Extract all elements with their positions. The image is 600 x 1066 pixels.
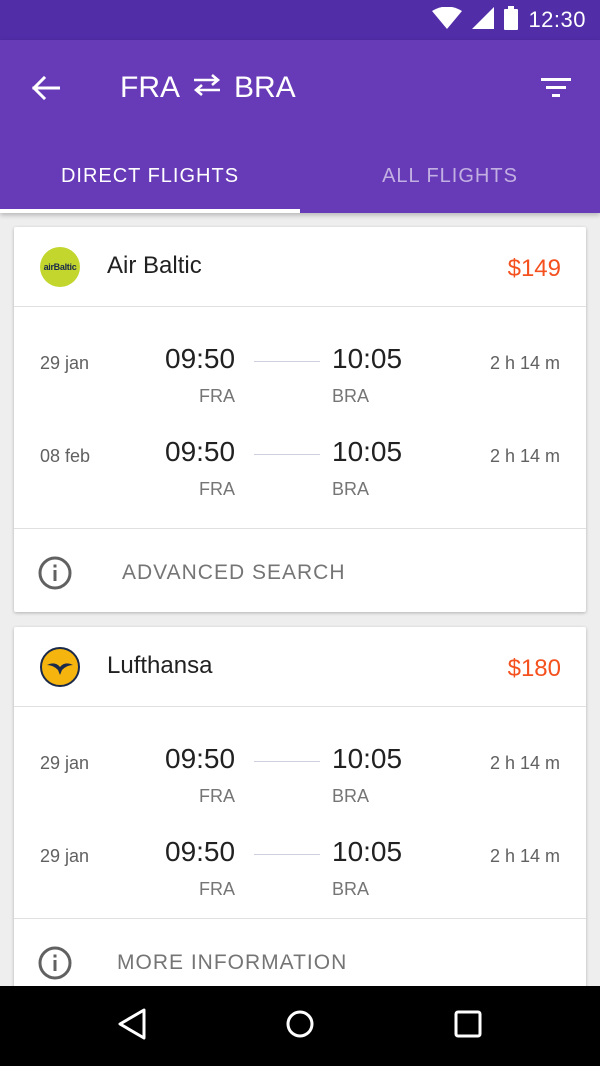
battery-icon xyxy=(504,5,519,35)
flight-duration: 2 h 14 m xyxy=(489,846,560,866)
flight-row[interactable]: 29 jan 09:50 10:05 FRA BRA 2 h 14 m xyxy=(14,719,586,812)
back-button[interactable] xyxy=(22,66,70,114)
airline-name: Air Baltic xyxy=(107,252,202,279)
arrival-code: BRA xyxy=(332,786,370,806)
info-icon xyxy=(37,945,73,981)
departure-time: 09:50 xyxy=(165,436,236,467)
card-header: Lufthansa $180 xyxy=(14,627,586,707)
arrival-code: BRA xyxy=(332,479,370,499)
tab-direct-flights[interactable]: DIRECT FLIGHTS xyxy=(0,140,300,213)
arrival-time: 10:05 xyxy=(332,436,403,467)
wifi-icon xyxy=(432,6,463,34)
route-title: FRA BRA xyxy=(120,68,296,108)
status-time: 12:30 xyxy=(528,7,586,32)
home-circle-icon xyxy=(285,1009,315,1044)
arrival-time: 10:05 xyxy=(332,743,403,774)
price: $180 xyxy=(507,655,561,682)
signal-icon xyxy=(472,6,495,34)
advanced-search-label: ADVANCED SEARCH xyxy=(122,561,346,584)
crane-icon xyxy=(47,663,73,675)
tab-all-flights[interactable]: ALL FLIGHTS xyxy=(300,140,600,213)
departure-code: FRA xyxy=(199,479,235,499)
app-bar: FRA BRA DIRECT FLIGHTS ALL FLIGHTS xyxy=(0,40,600,213)
flight-date: 29 jan xyxy=(40,753,90,773)
departure-code: FRA xyxy=(199,786,235,806)
departure-code: FRA xyxy=(199,879,235,899)
status-icons: 12:30 xyxy=(432,5,586,35)
nav-recents-button[interactable] xyxy=(444,1002,492,1050)
flight-card-lufthansa[interactable]: Lufthansa $180 29 jan 09:50 10:05 FRA BR… xyxy=(14,627,586,997)
filter-icon xyxy=(541,77,571,104)
origin-code: FRA xyxy=(120,71,180,104)
flight-date: 29 jan xyxy=(40,353,90,373)
departure-time: 09:50 xyxy=(165,343,236,374)
route-line xyxy=(254,854,320,855)
arrival-code: BRA xyxy=(332,386,370,406)
status-bar: 12:30 xyxy=(0,0,600,40)
route-line xyxy=(254,361,320,362)
flight-row[interactable]: 29 jan 09:50 10:05 FRA BRA 2 h 14 m xyxy=(14,319,586,412)
departure-time: 09:50 xyxy=(165,743,236,774)
nav-home-button[interactable] xyxy=(276,1002,324,1050)
arrival-code: BRA xyxy=(332,879,370,899)
more-information-label: MORE INFORMATION xyxy=(117,951,348,974)
flight-duration: 2 h 14 m xyxy=(489,753,560,773)
price: $149 xyxy=(507,255,561,282)
destination-code: BRA xyxy=(234,71,296,104)
swap-icon[interactable] xyxy=(192,71,222,105)
arrival-time: 10:05 xyxy=(332,836,403,867)
flight-row[interactable]: 08 feb 09:50 10:05 FRA BRA 2 h 14 m xyxy=(14,412,586,505)
app-root: 12:30 FRA BRA DIRECT FLIGHTS ALL FLIGHTS xyxy=(0,0,600,1066)
departure-code: FRA xyxy=(199,386,235,406)
flight-date: 29 jan xyxy=(40,846,90,866)
airline-name: Lufthansa xyxy=(107,652,213,679)
card-header: airBaltic Air Baltic $149 xyxy=(14,227,586,307)
flight-duration: 2 h 14 m xyxy=(489,353,560,373)
flight-duration: 2 h 14 m xyxy=(489,446,560,466)
departure-time: 09:50 xyxy=(165,836,236,867)
back-arrow-icon xyxy=(31,75,61,105)
flight-row[interactable]: 29 jan 09:50 10:05 FRA BRA 2 h 14 m xyxy=(14,812,586,905)
flight-card-air-baltic[interactable]: airBaltic Air Baltic $149 29 jan 09:50 1… xyxy=(14,227,586,612)
air-baltic-logo: airBaltic xyxy=(40,247,80,287)
filter-button[interactable] xyxy=(532,66,580,114)
tab-bar: DIRECT FLIGHTS ALL FLIGHTS xyxy=(0,140,600,213)
navigation-bar xyxy=(0,986,600,1066)
air-baltic-logo-text: airBaltic xyxy=(43,262,77,272)
advanced-search-button[interactable]: ADVANCED SEARCH xyxy=(14,528,586,612)
back-triangle-icon xyxy=(116,1007,148,1046)
arrival-time: 10:05 xyxy=(332,343,403,374)
recents-square-icon xyxy=(454,1010,482,1043)
flight-date: 08 feb xyxy=(40,446,91,466)
nav-back-button[interactable] xyxy=(108,1002,156,1050)
route-line xyxy=(254,761,320,762)
info-icon xyxy=(37,555,73,591)
route-line xyxy=(254,454,320,455)
lufthansa-logo xyxy=(40,647,80,687)
